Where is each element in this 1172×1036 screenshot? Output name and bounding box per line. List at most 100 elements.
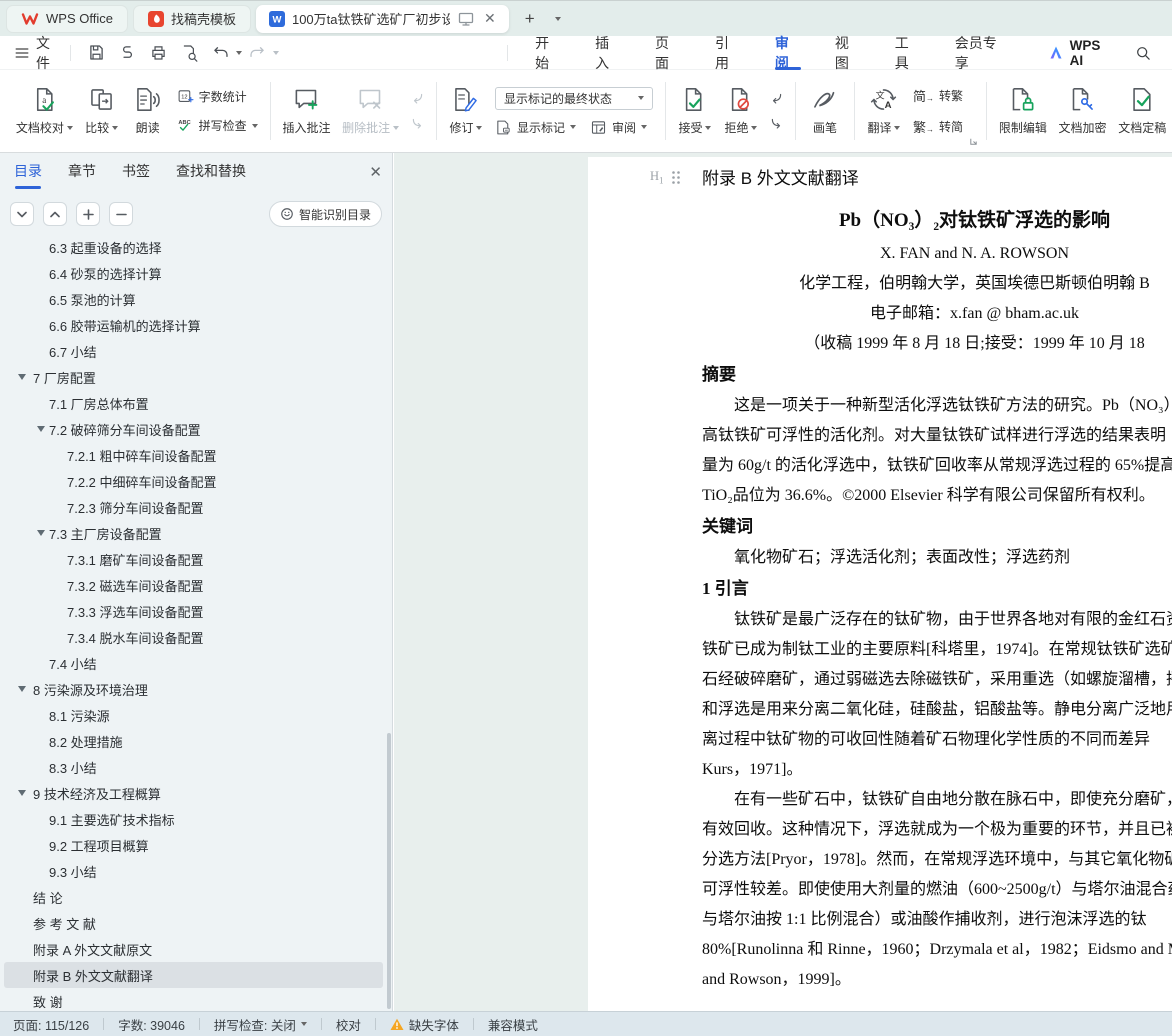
menu-tab-reference[interactable]: 引用: [698, 35, 758, 71]
toc-item[interactable]: 结 论: [4, 884, 383, 910]
expand-arrow-icon[interactable]: [18, 790, 26, 796]
expand-arrow-icon[interactable]: [37, 426, 45, 432]
close-sidebar-icon[interactable]: ✕: [369, 163, 382, 187]
restrict-edit-button[interactable]: 限制编辑: [993, 84, 1053, 138]
tab-list-chevron-icon[interactable]: [546, 7, 570, 31]
toc-item[interactable]: 7.4 小结: [4, 650, 383, 676]
compare-button[interactable]: 比较: [79, 84, 125, 138]
toc-item[interactable]: 6.3 起重设备的选择: [4, 238, 383, 260]
brush-button[interactable]: 画笔: [802, 84, 848, 138]
sidebar-tab-bookmarks[interactable]: 书签: [122, 161, 150, 189]
toc-item[interactable]: 7.3.3 浮选车间设备配置: [4, 598, 383, 624]
toc-item[interactable]: 致 谢: [4, 988, 383, 1010]
sidebar-tab-chapters[interactable]: 章节: [68, 161, 96, 189]
zoom-out-toc-button[interactable]: [109, 202, 133, 226]
undo-options-chevron-icon[interactable]: [236, 50, 243, 55]
sidebar-scrollbar-thumb[interactable]: [387, 733, 391, 1009]
toc-item[interactable]: 9 技术经济及工程概算: [4, 780, 383, 806]
expand-arrow-icon[interactable]: [37, 530, 45, 536]
collapse-all-button[interactable]: [43, 202, 67, 226]
drag-handle-icon[interactable]: [671, 170, 681, 185]
menu-tab-home[interactable]: 开始: [518, 35, 578, 71]
toc-item[interactable]: 9.1 主要选矿技术指标: [4, 806, 383, 832]
document-page[interactable]: H1 附录 B 外文文献翻译 Pb（NO₃）₂对钛铁矿浮选的影响 X. FAN an…: [588, 157, 1172, 1011]
close-tab-icon[interactable]: ✕: [482, 10, 498, 27]
toc-item[interactable]: 8 污染源及环境治理: [4, 676, 383, 702]
redo-icon[interactable]: [248, 43, 267, 62]
toc-item[interactable]: 7 厂房配置: [4, 364, 383, 390]
previous-change-icon[interactable]: [769, 91, 784, 106]
expand-arrow-icon[interactable]: [18, 374, 26, 380]
next-change-icon[interactable]: [769, 116, 784, 131]
page-indicator[interactable]: 页面: 115/126: [13, 1015, 89, 1034]
toc-item[interactable]: 9.2 工程项目概算: [4, 832, 383, 858]
menu-tab-page[interactable]: 页面: [638, 35, 698, 71]
spell-check-button[interactable]: ABC 拼写检查: [177, 117, 258, 134]
toc-item[interactable]: 8.2 处理措施: [4, 728, 383, 754]
toc-item[interactable]: 7.1 厂房总体布置: [4, 390, 383, 416]
to-traditional-button[interactable]: 简→ 转繁: [913, 86, 963, 105]
new-tab-button[interactable]: +: [518, 7, 542, 31]
insert-comment-button[interactable]: 插入批注: [277, 84, 337, 138]
zoom-in-toc-button[interactable]: [76, 202, 100, 226]
menu-tab-insert[interactable]: 插入: [578, 35, 638, 71]
toc-item[interactable]: 7.2.2 中细碎车间设备配置: [4, 468, 383, 494]
redo-options-chevron-icon[interactable]: [273, 50, 280, 55]
sidebar-tab-find-replace[interactable]: 查找和替换: [176, 161, 246, 189]
tab-wps-office[interactable]: WPS Office: [6, 4, 128, 33]
print-preview-icon[interactable]: [180, 43, 199, 62]
toc-item[interactable]: 7.3.1 磨矿车间设备配置: [4, 546, 383, 572]
menu-tab-tools[interactable]: 工具: [878, 35, 938, 71]
translate-button[interactable]: 文A 翻译: [861, 84, 907, 138]
to-simplified-button[interactable]: 繁→ 转简: [913, 117, 963, 136]
toc-item[interactable]: 6.7 小结: [4, 338, 383, 364]
menu-tab-review[interactable]: 审阅: [758, 35, 818, 71]
search-icon[interactable]: [1134, 44, 1152, 62]
toc-item[interactable]: 7.3.4 脱水车间设备配置: [4, 624, 383, 650]
toc-item[interactable]: 6.4 砂泵的选择计算: [4, 260, 383, 286]
toc-item[interactable]: 8.1 污染源: [4, 702, 383, 728]
finalize-button[interactable]: 文档定稿: [1112, 84, 1172, 138]
toc-item[interactable]: 参 考 文 献: [4, 910, 383, 936]
wps-ai-button[interactable]: WPS AI: [1048, 38, 1112, 68]
previous-comment-icon[interactable]: [410, 91, 425, 106]
toc-item[interactable]: 7.2.3 筛分车间设备配置: [4, 494, 383, 520]
toc-item[interactable]: 7.3.2 磁选车间设备配置: [4, 572, 383, 598]
print-icon[interactable]: [149, 43, 168, 62]
proofread-button[interactable]: 校对: [336, 1015, 361, 1034]
expand-arrow-icon[interactable]: [18, 686, 26, 692]
toc-item[interactable]: 9.3 小结: [4, 858, 383, 884]
reject-button[interactable]: 拒绝: [718, 84, 764, 138]
menu-tab-member[interactable]: 会员专享: [938, 35, 1024, 71]
tab-zhaogaoke[interactable]: 找稿壳模板: [132, 4, 251, 33]
toc-item[interactable]: 8.3 小结: [4, 754, 383, 780]
doc-proof-button[interactable]: a 文档校对: [10, 84, 79, 138]
expand-all-button[interactable]: [10, 202, 34, 226]
toc-item[interactable]: 7.2 破碎筛分车间设备配置: [4, 416, 383, 442]
compat-mode-indicator[interactable]: 兼容模式: [488, 1015, 538, 1034]
toc-item[interactable]: 7.2.1 粗中碎车间设备配置: [4, 442, 383, 468]
toc-item[interactable]: 6.5 泵池的计算: [4, 286, 383, 312]
review-pane-button[interactable]: 审阅: [590, 119, 647, 136]
show-markup-button[interactable]: 显示标记: [495, 119, 576, 136]
word-count-button[interactable]: 12 字数统计: [177, 88, 258, 105]
markup-state-dropdown[interactable]: 显示标记的最终状态: [494, 86, 653, 110]
monitor-icon[interactable]: [457, 11, 475, 27]
spell-check-status[interactable]: 拼写检查: 关闭: [214, 1015, 307, 1034]
export-pdf-icon[interactable]: [118, 43, 137, 62]
toc-item[interactable]: 附录 A 外文文献原文: [4, 936, 383, 962]
toc-item[interactable]: 7.3 主厂房设备配置: [4, 520, 383, 546]
toc-item[interactable]: 附录 B 外文文献翻译: [4, 962, 383, 988]
missing-font-warning[interactable]: 缺失字体: [390, 1015, 459, 1034]
read-aloud-button[interactable]: 朗读: [125, 84, 171, 138]
dialog-launcher-icon[interactable]: [969, 137, 978, 146]
smart-toc-button[interactable]: 智能识别目录: [268, 201, 382, 227]
toc-item[interactable]: 6.6 胶带运输机的选择计算: [4, 312, 383, 338]
delete-comment-button[interactable]: 删除批注: [336, 84, 405, 138]
undo-icon[interactable]: [211, 43, 230, 62]
menu-tab-view[interactable]: 视图: [818, 35, 878, 71]
file-menu[interactable]: 文件: [14, 33, 60, 73]
sidebar-tab-toc[interactable]: 目录: [14, 161, 42, 189]
next-comment-icon[interactable]: [410, 116, 425, 131]
save-icon[interactable]: [87, 43, 106, 62]
